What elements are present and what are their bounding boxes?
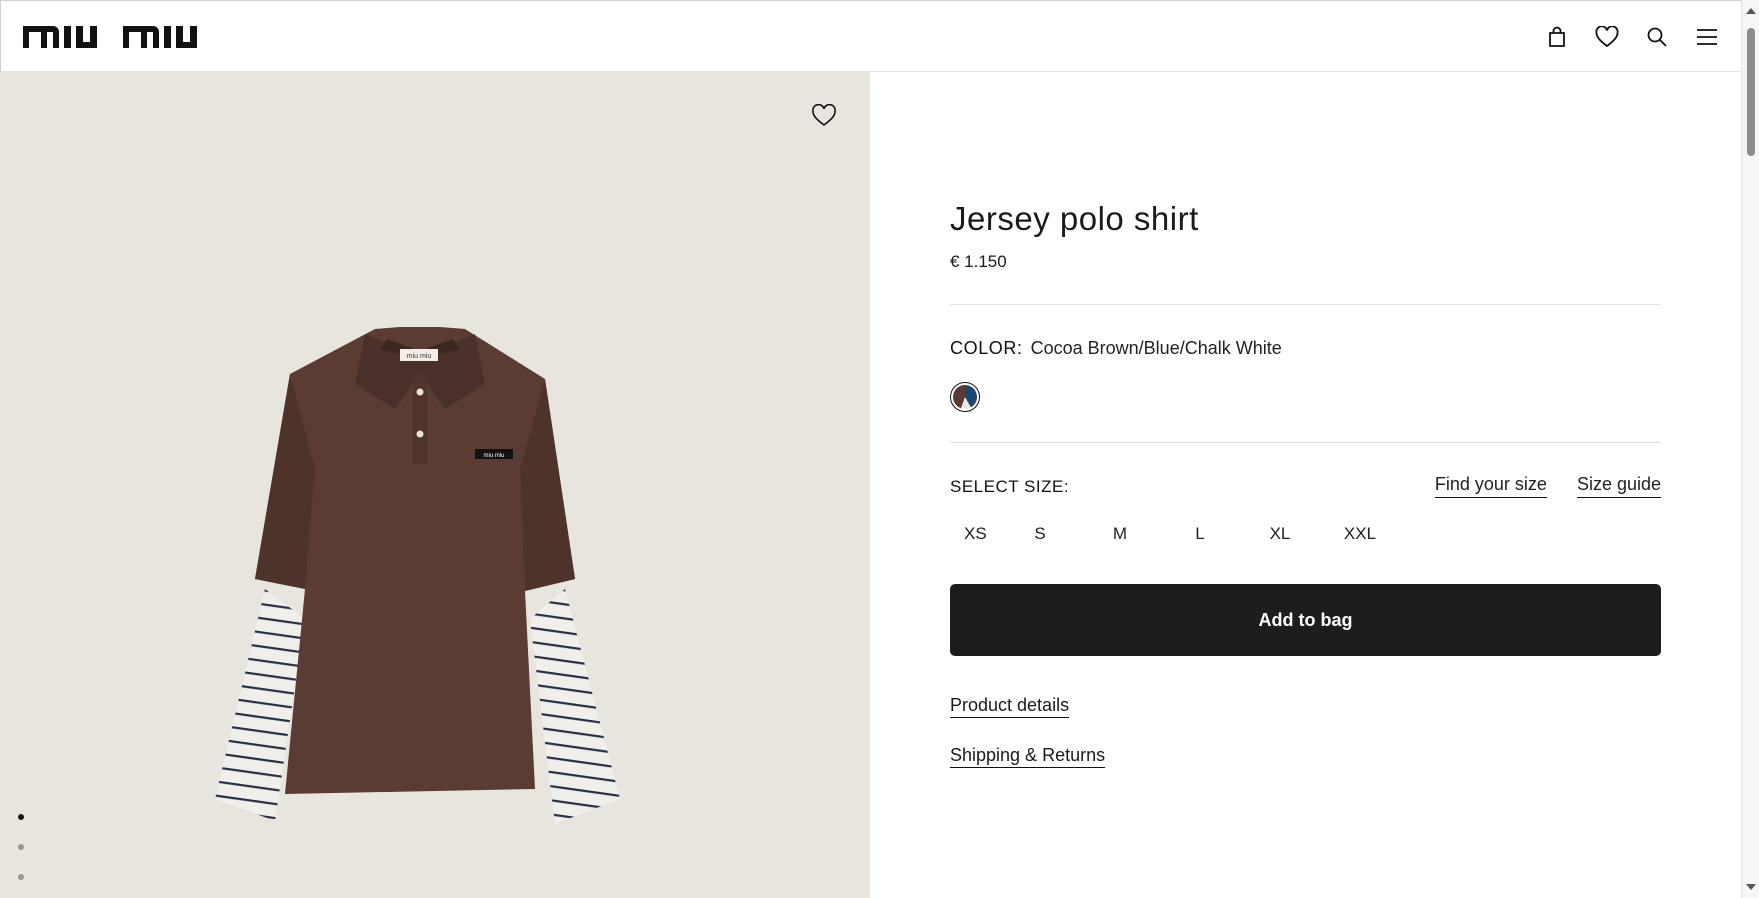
size-selector: XS S M L XL XXL [950, 524, 1400, 548]
site-header [0, 0, 1741, 72]
product-price: € 1.150 [950, 252, 1007, 271]
menu-icon[interactable] [1693, 23, 1721, 51]
scroll-up-arrow[interactable] [1746, 8, 1756, 14]
wishlist-heart-icon[interactable] [1593, 23, 1621, 51]
size-option[interactable]: S [1000, 524, 1080, 548]
size-option[interactable]: M [1080, 524, 1160, 548]
slide-dot-3[interactable] [18, 874, 24, 880]
miu-miu-logo[interactable] [23, 18, 211, 54]
add-to-wishlist-heart-icon[interactable] [811, 103, 839, 132]
page-scrollbar[interactable] [1741, 0, 1759, 898]
svg-text:miu miu: miu miu [483, 453, 504, 459]
size-help-links: Find your size Size guide [1434, 474, 1661, 498]
color-swatch[interactable] [950, 382, 980, 412]
header-actions [1543, 1, 1721, 73]
product-details-link[interactable]: Product details [950, 695, 1070, 718]
search-icon[interactable] [1643, 23, 1671, 51]
slide-dot-1[interactable] [18, 814, 24, 820]
color-value: Cocoa Brown/Blue/Chalk White [1030, 338, 1282, 358]
shipping-returns-link[interactable]: Shipping & Returns [950, 745, 1106, 768]
size-guide-link[interactable]: Size guide [1576, 474, 1661, 498]
size-option[interactable]: XXL [1320, 524, 1400, 548]
product-title: Jersey polo shirt [950, 200, 1199, 237]
product-image[interactable]: miu miu miu miu [195, 319, 675, 839]
slide-indicators [18, 814, 24, 898]
scroll-thumb[interactable] [1747, 28, 1755, 156]
divider [950, 442, 1661, 443]
slide-dot-2[interactable] [18, 844, 24, 850]
size-option[interactable]: XS [950, 524, 1000, 548]
color-label: COLOR: [950, 338, 1023, 358]
scroll-down-arrow[interactable] [1746, 884, 1756, 890]
size-option[interactable]: L [1160, 524, 1240, 548]
product-gallery[interactable]: miu miu miu miu [0, 72, 870, 898]
color-row: COLOR: Cocoa Brown/Blue/Chalk White [950, 338, 1282, 359]
add-to-bag-button[interactable]: Add to bag [950, 584, 1661, 656]
divider [950, 304, 1661, 305]
size-option[interactable]: XL [1240, 524, 1320, 548]
bag-icon[interactable] [1543, 23, 1571, 51]
find-your-size-link[interactable]: Find your size [1434, 474, 1547, 498]
svg-text:miu miu: miu miu [407, 353, 432, 360]
select-size-label: SELECT SIZE: [950, 477, 1070, 496]
